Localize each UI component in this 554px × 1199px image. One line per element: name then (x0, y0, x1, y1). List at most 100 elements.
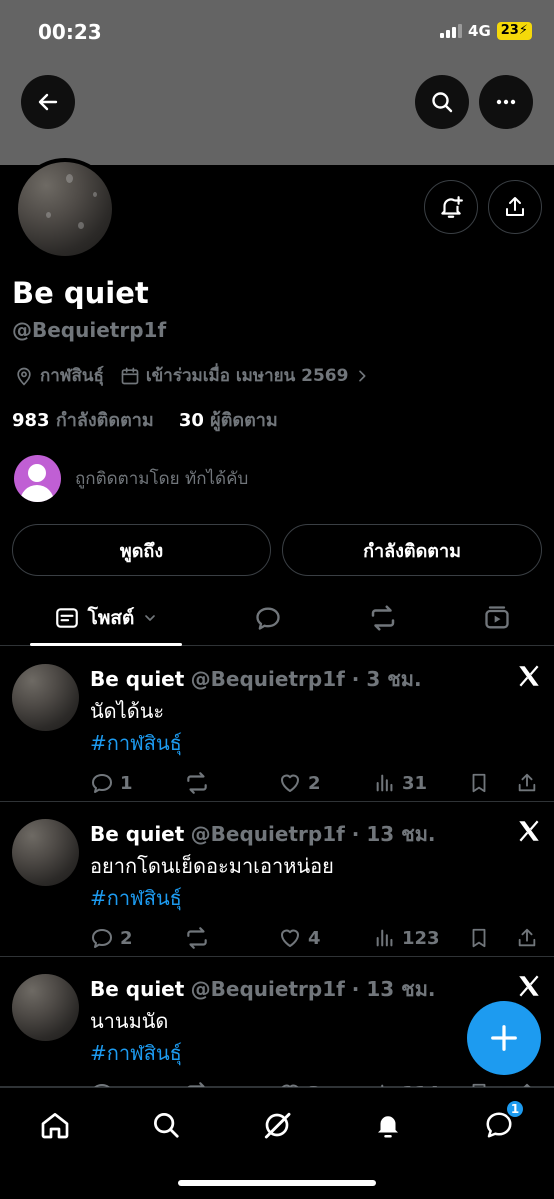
tab-replies[interactable] (240, 590, 296, 646)
battery-icon: 23⚡ (496, 22, 532, 40)
repost-icon (187, 927, 207, 949)
post-meta: @Bequietrp1f · 13 ชม. (190, 822, 436, 846)
following-button[interactable]: กำลังติดตาม (282, 524, 542, 576)
x-logo-icon (519, 975, 539, 997)
profile-tabs: โพสต์ (0, 590, 554, 646)
profile-avatar[interactable] (14, 158, 116, 260)
post-author-name: Be quiet (90, 667, 185, 691)
posts-icon (55, 608, 78, 628)
post-meta: @Bequietrp1f · 13 ชม. (190, 977, 436, 1001)
post-text: นัดได้นะ (90, 699, 165, 723)
nav-messages[interactable]: 1 (479, 1099, 525, 1145)
back-button[interactable] (21, 75, 75, 129)
nav-search[interactable] (146, 1105, 186, 1145)
home-indicator (178, 1180, 376, 1186)
share-icon (506, 197, 524, 216)
post-header: Be quiet @Bequietrp1f · 3 ชม. (90, 663, 422, 695)
search-icon (432, 92, 453, 113)
messages-badge: 1 (505, 1099, 525, 1119)
signal-icon (440, 24, 463, 38)
view-count: 31 (402, 772, 428, 794)
post-hashtag[interactable]: #กาฬสินธุ์ (90, 727, 182, 759)
post-hashtag[interactable]: #กาฬสินธุ์ (90, 882, 182, 914)
post-source (516, 663, 542, 693)
notification-subscribe-button[interactable] (424, 180, 478, 234)
grok-icon (264, 1112, 291, 1139)
network-label: 4G (468, 22, 491, 40)
nav-home[interactable] (35, 1105, 75, 1145)
tab-posts[interactable]: โพสต์ (30, 590, 182, 646)
reply-button[interactable]: 1 (90, 770, 133, 796)
more-button[interactable] (479, 75, 533, 129)
media-icon (485, 606, 509, 629)
bell-plus-icon (441, 196, 463, 218)
like-count: 2 (308, 772, 321, 794)
heart-icon (281, 929, 299, 947)
bookmark-icon (472, 773, 486, 793)
location-icon (17, 367, 31, 385)
tab-media[interactable] (469, 590, 525, 646)
reply-count: 2 (120, 927, 133, 949)
views-button[interactable]: 31 (374, 770, 427, 796)
share-profile-button[interactable] (488, 180, 542, 234)
like-button[interactable]: 4 (278, 925, 321, 951)
reply-count: 1 (120, 772, 133, 794)
followers-link[interactable]: 30 ผู้ติดตาม (179, 410, 278, 431)
post-item[interactable]: Be quiet @Bequietrp1f · 3 ชม. นัดได้นะ #กา… (0, 647, 554, 802)
bookmark-icon (472, 928, 486, 948)
post-text: นานมนัด (90, 1009, 169, 1033)
tab-reposts[interactable] (355, 590, 411, 646)
compose-button[interactable] (467, 1001, 541, 1075)
post-avatar[interactable] (12, 974, 79, 1041)
nav-grok[interactable] (257, 1105, 297, 1145)
post-meta: @Bequietrp1f · 3 ชม. (190, 667, 422, 691)
post-item[interactable]: Be quiet @Bequietrp1f · 13 ชม. อยากโดนเย็… (0, 802, 554, 957)
joined-text: เข้าร่วมเมื่อ เมษายน 2569 (145, 366, 349, 386)
like-count: 4 (308, 927, 321, 949)
post-source (516, 973, 542, 1003)
followed-by-text: ถูกติดตามโดย ทักได้คับ (75, 469, 249, 489)
x-logo-icon (519, 820, 539, 842)
search-icon (154, 1113, 179, 1138)
repost-icon (187, 772, 207, 794)
share-post-button[interactable] (516, 925, 538, 951)
reply-button[interactable]: 2 (90, 925, 133, 951)
share-icon (518, 773, 536, 792)
post-actions: 2 4 123 (90, 925, 542, 951)
post-avatar[interactable] (12, 664, 79, 731)
post-header: Be quiet @Bequietrp1f · 13 ชม. (90, 973, 436, 1005)
bookmark-button[interactable] (468, 770, 490, 796)
followed-by-row[interactable]: ถูกติดตามโดย ทักได้คับ (14, 455, 248, 502)
bookmark-button[interactable] (468, 925, 490, 951)
follow-counts: 983 กำลังติดตาม 30 ผู้ติดตาม (12, 405, 278, 434)
more-icon (496, 99, 516, 105)
share-post-button[interactable] (516, 770, 538, 796)
following-label: กำลังติดตาม (55, 410, 154, 431)
post-header: Be quiet @Bequietrp1f · 13 ชม. (90, 818, 436, 850)
views-icon (376, 774, 393, 792)
chevron-down-icon (145, 615, 156, 621)
status-time: 00:23 (38, 20, 102, 44)
post-avatar[interactable] (12, 819, 79, 886)
repost-button[interactable] (184, 925, 216, 951)
x-logo-icon (519, 665, 539, 687)
share-icon (518, 928, 536, 947)
profile-handle: @Bequietrp1f (12, 318, 167, 342)
view-count: 123 (402, 927, 440, 949)
profile-meta: กาฬสินธุ์ เข้าร่วมเมื่อ เมษายน 2569 (14, 362, 370, 389)
post-author-name: Be quiet (90, 822, 185, 846)
like-button[interactable]: 2 (278, 770, 321, 796)
followers-label: ผู้ติดตาม (210, 410, 278, 431)
active-tab-indicator (30, 643, 182, 646)
views-icon (376, 929, 393, 947)
post-hashtag[interactable]: #กาฬสินธุ์ (90, 1037, 182, 1069)
repost-button[interactable] (184, 770, 216, 796)
search-button[interactable] (415, 75, 469, 129)
repost-icon (371, 605, 395, 631)
following-link[interactable]: 983 กำลังติดตาม (12, 410, 154, 431)
views-button[interactable]: 123 (374, 925, 440, 951)
nav-notifications[interactable] (368, 1105, 408, 1145)
mention-button[interactable]: พูดถึง (12, 524, 271, 576)
home-icon (41, 1113, 69, 1139)
follower-avatar (14, 455, 61, 502)
